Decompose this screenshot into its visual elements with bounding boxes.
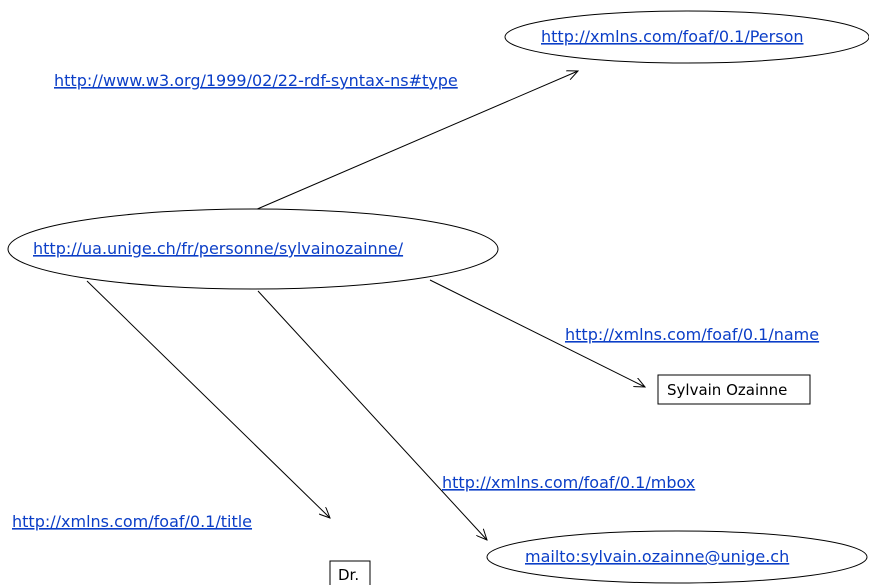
edge-label-name[interactable]: http://xmlns.com/foaf/0.1/name bbox=[565, 325, 819, 344]
name-literal-text: Sylvain Ozainne bbox=[667, 381, 787, 399]
subject-uri-link[interactable]: http://ua.unige.ch/fr/personne/sylvainoz… bbox=[33, 239, 404, 258]
rdf-graph-diagram: http://ua.unige.ch/fr/personne/sylvainoz… bbox=[7, 10, 869, 585]
subject-node: http://ua.unige.ch/fr/personne/sylvainoz… bbox=[7, 208, 499, 290]
person-class-uri-link[interactable]: http://xmlns.com/foaf/0.1/Person bbox=[541, 27, 804, 46]
title-literal-node: Dr. bbox=[329, 560, 371, 585]
mbox-uri-link[interactable]: mailto:sylvain.ozainne@unige.ch bbox=[525, 547, 789, 566]
edge-label-mbox[interactable]: http://xmlns.com/foaf/0.1/mbox bbox=[442, 473, 695, 492]
edge-mbox-arrow bbox=[257, 290, 487, 540]
name-literal-node: Sylvain Ozainne bbox=[657, 374, 811, 405]
title-literal-text: Dr. bbox=[338, 566, 359, 584]
edge-label-type[interactable]: http://www.w3.org/1999/02/22-rdf-syntax-… bbox=[54, 71, 458, 90]
edge-type-arrow bbox=[254, 71, 578, 211]
edge-title-arrow bbox=[86, 280, 330, 518]
person-class-node: http://xmlns.com/foaf/0.1/Person bbox=[504, 10, 869, 64]
edge-label-title[interactable]: http://xmlns.com/foaf/0.1/title bbox=[12, 512, 252, 531]
mbox-node: mailto:sylvain.ozainne@unige.ch bbox=[486, 530, 868, 584]
